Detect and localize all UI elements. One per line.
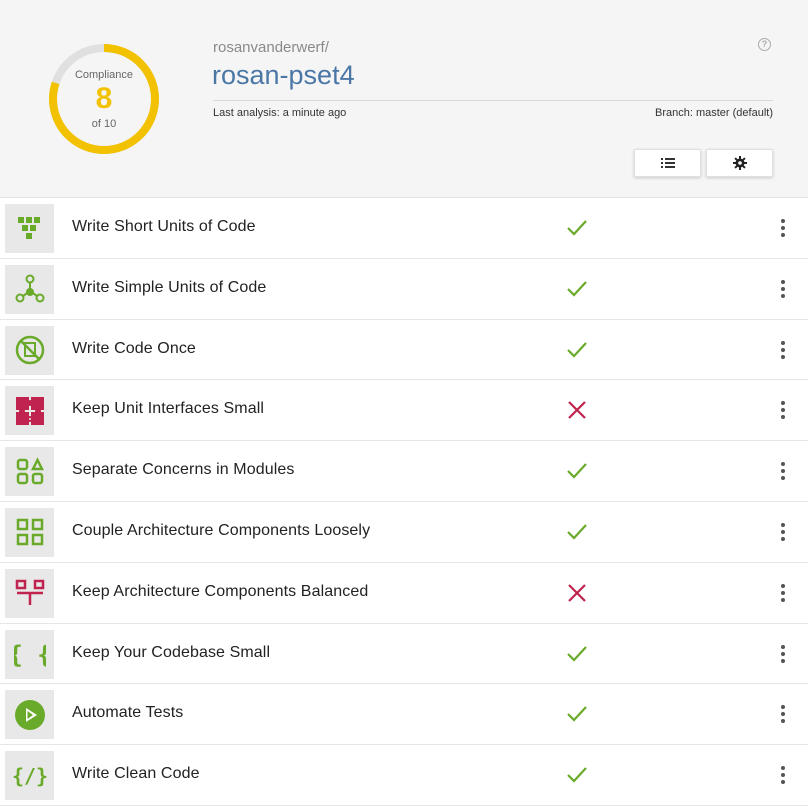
branch-info: Branch: master (default) (655, 107, 773, 119)
guideline-label[interactable]: Keep Your Codebase Small (72, 644, 270, 662)
guideline-label[interactable]: Couple Architecture Components Loosely (72, 522, 370, 540)
more-options-icon[interactable] (776, 459, 790, 483)
clean-code-icon: {/} (5, 751, 54, 801)
guideline-row[interactable]: Automate Tests (0, 684, 808, 746)
header: Compliance 8 of 10 rosanvanderwerf/ rosa… (0, 0, 808, 198)
last-analysis: Last analysis: a minute ago (213, 107, 347, 119)
braces-icon: { { (5, 629, 54, 679)
more-options-icon[interactable] (776, 277, 790, 301)
more-options-icon[interactable] (776, 702, 790, 726)
repo-owner[interactable]: rosanvanderwerf/ (213, 39, 329, 56)
guideline-row[interactable]: {/} Write Clean Code (0, 745, 808, 806)
check-icon (566, 460, 588, 482)
compliance-total: of 10 (91, 118, 117, 130)
more-options-icon[interactable] (776, 581, 790, 605)
more-options-icon[interactable] (776, 642, 790, 666)
guideline-label[interactable]: Write Clean Code (72, 765, 200, 783)
header-divider (213, 100, 773, 101)
play-icon (5, 690, 54, 740)
guideline-row[interactable]: Couple Architecture Components Loosely (0, 501, 808, 563)
guideline-row[interactable]: Keep Architecture Components Balanced (0, 562, 808, 624)
guideline-label[interactable]: Keep Architecture Components Balanced (72, 583, 368, 601)
guideline-row[interactable]: Separate Concerns in Modules (0, 441, 808, 502)
svg-text:{ {: { { (14, 641, 46, 669)
more-options-icon[interactable] (776, 216, 790, 240)
guideline-label[interactable]: Keep Unit Interfaces Small (72, 400, 264, 418)
check-icon (566, 703, 588, 725)
guideline-row[interactable]: Write Code Once (0, 319, 808, 381)
settings-button[interactable] (706, 149, 773, 177)
cross-icon (566, 582, 588, 604)
loose-coupling-icon (5, 507, 54, 557)
short-units-icon (5, 204, 54, 253)
list-icon (660, 158, 675, 168)
repo-name[interactable]: rosan-pset4 (212, 60, 355, 91)
guideline-list: Write Short Units of Code Write Simple U… (0, 198, 808, 806)
code-once-icon (5, 325, 54, 375)
guideline-label[interactable]: Write Simple Units of Code (72, 279, 266, 297)
check-icon (566, 278, 588, 300)
guideline-row[interactable]: Keep Unit Interfaces Small (0, 380, 808, 442)
svg-text:{/}: {/} (13, 764, 47, 788)
more-options-icon[interactable] (776, 338, 790, 362)
more-options-icon[interactable] (776, 398, 790, 422)
guideline-row[interactable]: { { Keep Your Codebase Small (0, 623, 808, 685)
gear-icon (732, 156, 747, 170)
check-icon (566, 217, 588, 239)
guideline-label[interactable]: Automate Tests (72, 704, 183, 722)
guideline-row[interactable]: Write Simple Units of Code (0, 258, 808, 320)
compliance-gauge: Compliance 8 of 10 (47, 42, 161, 156)
guideline-row[interactable]: Write Short Units of Code (0, 198, 808, 259)
check-icon (566, 643, 588, 665)
simple-units-icon (5, 264, 54, 314)
more-options-icon[interactable] (776, 763, 790, 787)
modules-icon (5, 447, 54, 497)
more-options-icon[interactable] (776, 520, 790, 544)
check-icon (566, 521, 588, 543)
cross-icon (566, 399, 588, 421)
puzzle-icon (5, 386, 54, 436)
guideline-label[interactable]: Write Short Units of Code (72, 218, 256, 236)
help-circle-icon[interactable]: ? (758, 38, 771, 51)
guideline-label[interactable]: Write Code Once (72, 340, 196, 358)
balance-icon (5, 568, 54, 618)
guideline-label[interactable]: Separate Concerns in Modules (72, 461, 294, 479)
check-icon (566, 764, 588, 786)
compliance-label: Compliance (74, 69, 134, 81)
check-icon (566, 339, 588, 361)
list-view-button[interactable] (634, 149, 701, 177)
compliance-value: 8 (95, 82, 113, 115)
